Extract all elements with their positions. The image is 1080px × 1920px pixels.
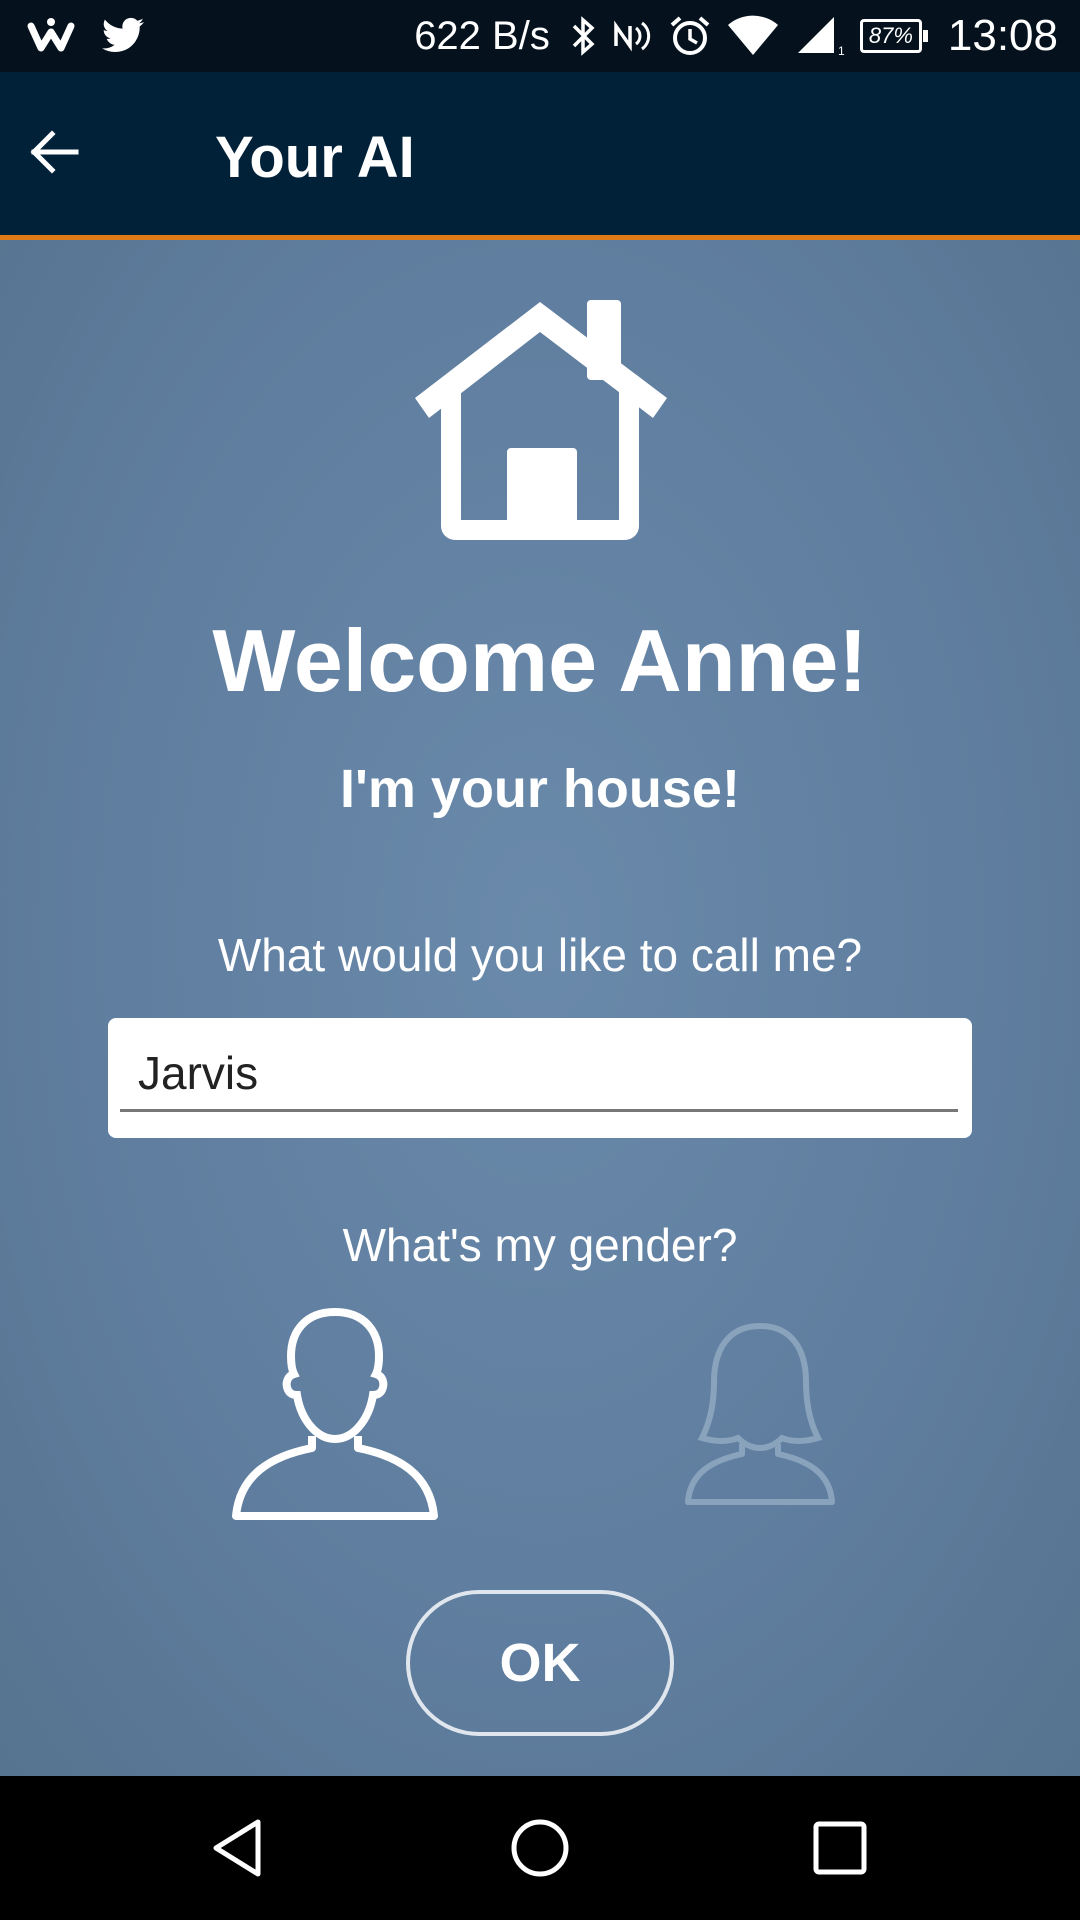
name-input[interactable] [120,1036,958,1112]
wifi-icon [727,15,778,55]
status-bar: 622 B/s 1 87% 13:08 [0,0,1080,72]
signal-icon: 1 [797,17,845,57]
back-button[interactable] [24,120,88,184]
gender-prompt: What's my gender? [342,1219,738,1271]
name-prompt: What would you like to call me? [217,929,863,981]
house-icon [415,300,667,540]
subtitle: I'm your house! [340,759,740,819]
arrow-left-icon [30,130,79,174]
nav-home-button[interactable] [508,1816,572,1880]
gender-male-option[interactable] [232,1306,438,1522]
page-title: Your AI [215,125,415,190]
gender-female-option[interactable] [684,1320,836,1506]
back-triangle-icon [213,1819,261,1877]
recents-square-icon [813,1821,867,1875]
name-field-container [108,1018,972,1138]
ok-button[interactable]: OK [406,1590,674,1736]
system-nav-bar [0,1776,1080,1920]
app-bar: Your AI [0,72,1080,240]
onboarding-panel: Welcome Anne! I'm your house! What would… [0,240,1080,1776]
nav-back-button[interactable] [208,1816,272,1880]
alarm-icon [670,16,710,55]
welcome-heading: Welcome Anne! [212,611,868,710]
bluetooth-icon [572,16,595,56]
nav-recents-button[interactable] [808,1816,872,1880]
male-avatar-icon [232,1307,438,1520]
home-circle-icon [511,1819,569,1877]
clock: 13:08 [947,11,1058,60]
w-app-icon [27,18,75,52]
nfc-icon [614,20,651,52]
twitter-icon [102,17,144,53]
female-avatar-icon [685,1322,835,1505]
battery-icon: 87% [859,19,928,53]
svg-text:1: 1 [838,44,845,57]
network-speed: 622 B/s [414,13,550,58]
